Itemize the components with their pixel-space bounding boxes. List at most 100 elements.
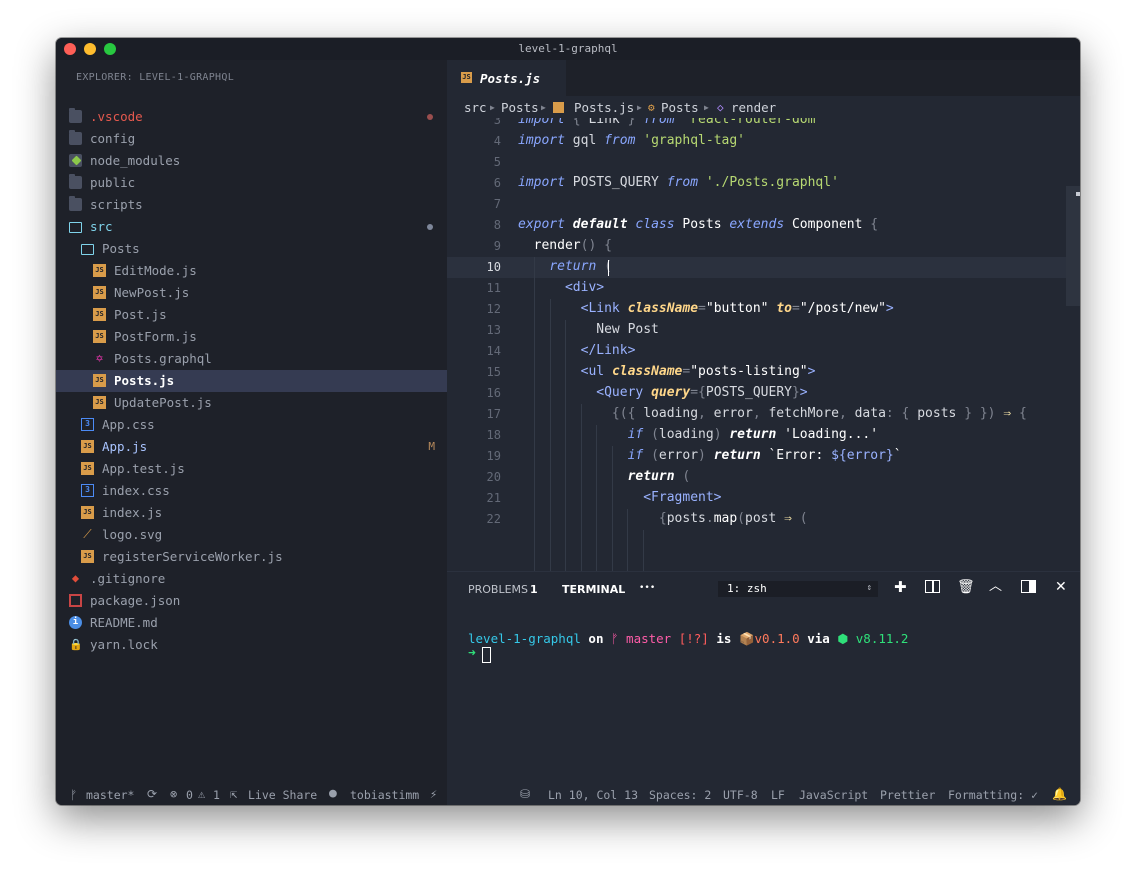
tree-item[interactable]: JS Posts.js	[56, 370, 447, 392]
code-line[interactable]: 15 <ul className="posts-listing">	[447, 362, 1067, 383]
code-text: if (error) return `Error: ${error}`	[627, 448, 902, 463]
code-text: render() {	[533, 238, 612, 253]
terminal-cursor[interactable]	[482, 647, 491, 663]
code-line[interactable]: 20 return (	[447, 467, 1067, 488]
tree-item-label: App.css	[102, 417, 155, 432]
js-file-icon	[553, 102, 564, 113]
database-icon[interactable]: ⛁	[520, 787, 530, 801]
tree-item[interactable]: scripts	[56, 194, 447, 216]
tree-item[interactable]: JS Post.js	[56, 304, 447, 326]
tree-item[interactable]: ⟋ logo.svg	[56, 524, 447, 546]
status-position[interactable]: Ln 10, Col 13	[548, 788, 638, 802]
breadcrumb-src[interactable]: src	[464, 100, 487, 115]
tree-item[interactable]: JS registerServiceWorker.js	[56, 546, 447, 568]
code-line[interactable]: 7	[447, 194, 1067, 215]
status-user[interactable]: tobiastimm	[350, 788, 419, 802]
tab-label: Posts.js	[480, 71, 541, 86]
code-line[interactable]: 16 <Query query={POSTS_QUERY}>	[447, 383, 1067, 404]
breadcrumb-file[interactable]: Posts.js	[574, 100, 634, 115]
breadcrumb-posts-folder[interactable]: Posts	[501, 100, 539, 115]
tree-item-label: .gitignore	[90, 571, 166, 586]
bell-icon[interactable]: 🔔	[1052, 787, 1067, 801]
terminal-node-version: v8.11.2	[848, 631, 909, 646]
code-line[interactable]: 21 <Fragment>	[447, 488, 1067, 509]
tree-item[interactable]: 3 App.css	[56, 414, 447, 436]
line-number: 17	[486, 407, 501, 421]
tree-item[interactable]: public	[56, 172, 447, 194]
toggle-panel-position-icon[interactable]	[1021, 580, 1036, 593]
status-language[interactable]: JavaScript	[799, 788, 868, 802]
tree-item[interactable]: JS NewPost.js	[56, 282, 447, 304]
breadcrumb-method[interactable]: render	[731, 100, 776, 115]
code-text: <ul className="posts-listing">	[580, 364, 816, 379]
trash-icon[interactable]: 🗑	[957, 579, 975, 595]
code-text: {({ loading, error, fetchMore, data: { p…	[611, 406, 1027, 421]
code-editor[interactable]: 22 {posts.map(post ⇒ (21 <Fragment> 20 re…	[447, 118, 1080, 593]
tab-terminal[interactable]: TERMINAL	[562, 583, 625, 596]
code-line[interactable]: 18 if (loading) return 'Loading...'	[447, 425, 1067, 446]
tree-item[interactable]: src	[56, 216, 447, 238]
status-errors[interactable]: 0	[186, 788, 193, 802]
folder-icon	[69, 196, 82, 211]
terminal-select[interactable]: 1: zsh ⇕	[718, 581, 878, 597]
sync-icon[interactable]: ⟳	[147, 787, 157, 801]
tree-item[interactable]: JS PostForm.js	[56, 326, 447, 348]
tree-item[interactable]: i README.md	[56, 612, 447, 634]
tree-item[interactable]: JS App.test.js	[56, 458, 447, 480]
code-line[interactable]: 6 import POSTS_QUERY from './Posts.graphq…	[447, 173, 1067, 194]
explorer-title: EXPLORER: LEVEL-1-GRAPHQL	[76, 72, 235, 83]
terminal-git-status: [!?]	[678, 631, 709, 646]
code-line[interactable]: 3 import { Link } from 'react-router-dom'	[447, 118, 1067, 131]
tab-posts-js[interactable]: JS Posts.js	[447, 60, 566, 96]
vertical-scrollbar[interactable]	[1066, 186, 1080, 306]
close-panel-icon[interactable]: ✕	[1055, 579, 1067, 595]
code-line[interactable]: 11 <div>	[447, 278, 1067, 299]
tree-item[interactable]: .vscode	[56, 106, 447, 128]
status-branch[interactable]: master*	[86, 788, 134, 802]
code-line[interactable]: 8 export default class Posts extends Comp…	[447, 215, 1067, 236]
code-line[interactable]: 19 if (error) return `Error: ${error}`	[447, 446, 1067, 467]
code-line[interactable]: 13 New Post	[447, 320, 1067, 341]
code-line[interactable]: 9 render() {	[447, 236, 1067, 257]
status-eol[interactable]: LF	[771, 788, 785, 802]
status-spaces[interactable]: Spaces: 2	[649, 788, 711, 802]
breadcrumb-class[interactable]: Posts	[661, 100, 699, 115]
tree-item[interactable]: JS UpdatePost.js	[56, 392, 447, 414]
code-line[interactable]: 22 {posts.map(post ⇒ (	[447, 509, 1067, 530]
tree-item[interactable]: node_modules	[56, 150, 447, 172]
tree-item[interactable]: JS index.js	[56, 502, 447, 524]
js-icon: JS	[93, 396, 106, 409]
tree-item[interactable]: ◆ .gitignore	[56, 568, 447, 590]
more-actions-icon[interactable]: •••	[639, 583, 655, 593]
tree-item[interactable]: Posts	[56, 238, 447, 260]
maximize-panel-icon[interactable]: ︿	[989, 579, 1002, 595]
tab-problems[interactable]: PROBLEMS	[468, 583, 528, 596]
new-terminal-icon[interactable]: ✚	[894, 579, 907, 595]
code-line[interactable]: 10 return (	[447, 257, 1067, 278]
tree-item-label: node_modules	[90, 153, 181, 168]
title-bar: level-1-graphql	[56, 38, 1080, 60]
tree-item[interactable]: JS App.js M	[56, 436, 447, 458]
explorer-sidebar: EXPLORER: LEVEL-1-GRAPHQL .vscode config n…	[56, 60, 447, 783]
tree-item[interactable]: package.json	[56, 590, 447, 612]
status-warnings[interactable]: 1	[213, 788, 220, 802]
js-icon: JS	[81, 550, 94, 563]
status-encoding[interactable]: UTF-8	[723, 788, 758, 802]
tree-item[interactable]: ✡ Posts.graphql	[56, 348, 447, 370]
code-line[interactable]: 4 import gql from 'graphql-tag'	[447, 131, 1067, 152]
code-line[interactable]: 12 <Link className="button" to="/post/ne…	[447, 299, 1067, 320]
tree-item[interactable]: config	[56, 128, 447, 150]
status-live-share[interactable]: Live Share	[248, 788, 317, 802]
tree-item[interactable]: 🔒 yarn.lock	[56, 634, 447, 656]
status-formatter[interactable]: Prettier	[880, 788, 935, 802]
code-line[interactable]: 17 {({ loading, error, fetchMore, data: …	[447, 404, 1067, 425]
status-formatting[interactable]: Formatting: ✓	[948, 788, 1038, 802]
lightning-icon[interactable]: ⚡	[430, 787, 437, 801]
line-number: 19	[486, 449, 501, 463]
tree-item[interactable]: JS EditMode.js	[56, 260, 447, 282]
split-terminal-icon[interactable]	[925, 580, 940, 593]
tree-item[interactable]: 3 index.css	[56, 480, 447, 502]
tree-item-label: UpdatePost.js	[114, 395, 212, 410]
code-line[interactable]: 14 </Link>	[447, 341, 1067, 362]
code-line[interactable]: 5	[447, 152, 1067, 173]
